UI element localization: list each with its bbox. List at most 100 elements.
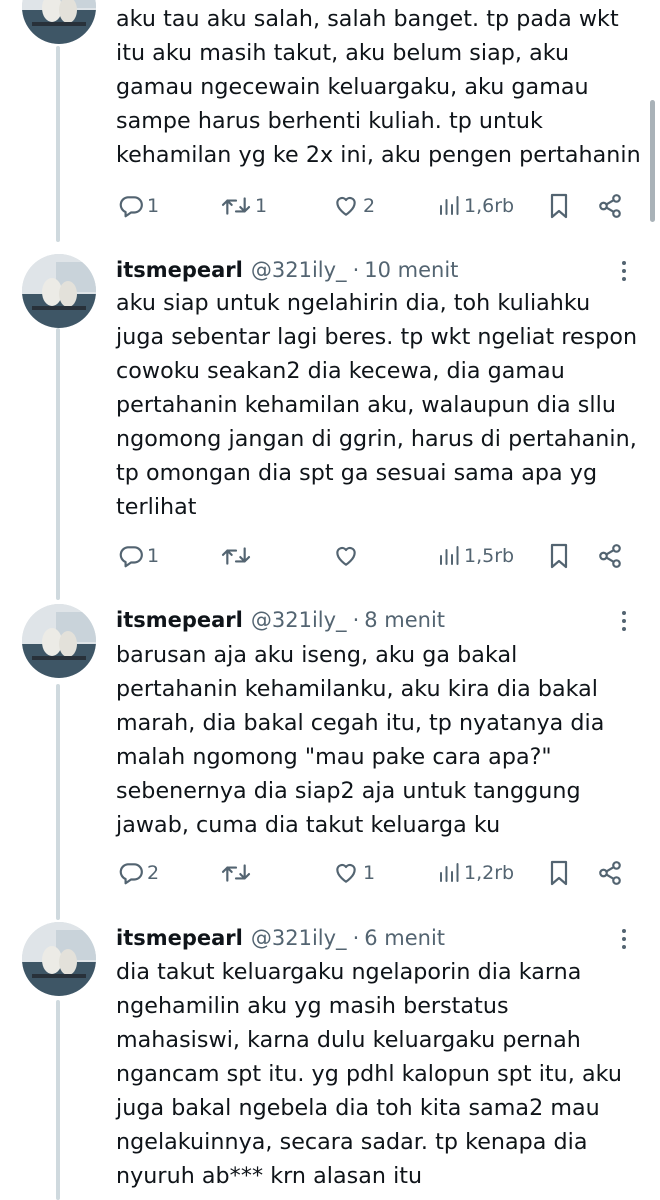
tweet-time[interactable]: 6 menit bbox=[364, 926, 445, 950]
retweet-icon bbox=[221, 197, 251, 215]
tweet-text-line: sampe harus berhenti kuliah. tp untuk bbox=[116, 108, 543, 134]
avatar[interactable] bbox=[22, 922, 96, 996]
tweet-actions: 1 1,5rb bbox=[0, 538, 660, 574]
tweet-text: aku tau aku salah, salah banget. tp pada… bbox=[116, 2, 641, 172]
retweet-button[interactable] bbox=[220, 855, 252, 891]
tweet-text-line: ngelakuinnya, secara sadar. tp kenapa di… bbox=[116, 1129, 588, 1155]
scrollbar[interactable] bbox=[650, 100, 655, 222]
reply-button[interactable]: 1 bbox=[118, 538, 159, 574]
share-icon bbox=[599, 544, 621, 568]
bookmark-icon bbox=[550, 193, 568, 219]
tweet-text-line: itu aku masih takut, aku belum siap, aku bbox=[116, 40, 570, 66]
tweet-text-line: mahasiswi, karna dulu keluargaku pernah bbox=[116, 1027, 581, 1053]
tweet-text: dia takut keluargaku ngelaporin dia karn… bbox=[116, 955, 641, 1193]
tweet-text-line: cowoku seakan2 dia kecewa, dia gamau bbox=[116, 358, 565, 384]
author-handle[interactable]: @321ily_ bbox=[251, 608, 347, 632]
heart-icon bbox=[336, 863, 356, 883]
tweet-text-line: gamau ngecewain keluargaku, aku gamau bbox=[116, 74, 589, 100]
share-button[interactable] bbox=[597, 538, 623, 574]
tweet-text-line: kehamilan yg ke 2x ini, aku pengen perta… bbox=[116, 142, 641, 168]
tweet-text-line: ngehamilin aku yg masih berstatus bbox=[116, 993, 509, 1019]
views-count: 1,6rb bbox=[464, 195, 515, 217]
tweet-text-line: aku siap untuk ngelahirin dia, toh kulia… bbox=[116, 290, 591, 316]
bookmark-button[interactable] bbox=[547, 855, 571, 891]
author-name[interactable]: itsmepearl bbox=[116, 608, 243, 632]
avatar[interactable] bbox=[22, 254, 96, 328]
tweet[interactable]: aku tau aku salah, salah banget. tp pada… bbox=[0, 0, 660, 240]
share-button[interactable] bbox=[597, 855, 623, 891]
views-button[interactable]: 1,5rb bbox=[437, 538, 514, 574]
tweet[interactable]: itsmepearl @321ily_ · 8 menit barusan aj… bbox=[0, 602, 660, 902]
author-name[interactable]: itsmepearl bbox=[116, 258, 243, 282]
author-handle[interactable]: @321ily_ bbox=[251, 926, 347, 950]
tweet-text-line: malah ngomong "mau pake cara apa?" bbox=[116, 744, 552, 770]
tweet[interactable]: itsmepearl @321ily_ · 10 menit aku siap … bbox=[0, 252, 660, 588]
reply-icon bbox=[119, 196, 143, 218]
views-count: 1,2rb bbox=[464, 862, 515, 884]
tweet-time[interactable]: 8 menit bbox=[364, 608, 445, 632]
reply-count: 1 bbox=[147, 195, 160, 217]
tweet-header: itsmepearl @321ily_ · 10 menit bbox=[116, 252, 458, 288]
views-icon bbox=[440, 546, 459, 565]
retweet-count: 1 bbox=[255, 195, 268, 217]
like-button[interactable] bbox=[332, 538, 360, 574]
tweet-text-line: barusan aja aku iseng, aku ga bakal bbox=[116, 642, 518, 668]
views-count: 1,5rb bbox=[464, 545, 515, 567]
tweet-text-line: nyuruh ab*** krn alasan itu bbox=[116, 1163, 423, 1189]
tweet-text: aku siap untuk ngelahirin dia, toh kulia… bbox=[116, 286, 641, 524]
tweet-text-line: terlihat bbox=[116, 494, 197, 520]
like-button[interactable]: 2 bbox=[332, 188, 375, 224]
tweet-text-line: juga bakal ngebela dia toh kita sama2 ma… bbox=[116, 1095, 600, 1121]
author-name[interactable]: itsmepearl bbox=[116, 926, 243, 950]
like-count: 2 bbox=[363, 195, 376, 217]
separator-dot: · bbox=[352, 926, 360, 950]
avatar[interactable] bbox=[22, 604, 96, 678]
bookmark-icon bbox=[550, 543, 568, 569]
reply-count: 1 bbox=[147, 545, 160, 567]
retweet-button[interactable] bbox=[220, 538, 252, 574]
tweet-text-line: pertahanin kehamilanku, aku kira dia bak… bbox=[116, 676, 599, 702]
reply-icon bbox=[119, 546, 143, 568]
reply-button[interactable]: 2 bbox=[118, 855, 159, 891]
tweet-actions: 2 1 1,2rb bbox=[0, 855, 660, 891]
like-button[interactable]: 1 bbox=[332, 855, 375, 891]
tweet-text-line: jawab, cuma dia takut keluarga ku bbox=[116, 812, 501, 838]
reply-count: 2 bbox=[147, 862, 160, 884]
tweet-text-line: ngomong jangan di ggrin, harus di pertah… bbox=[116, 426, 637, 452]
tweet-text-line: tp omongan dia spt ga sesuai sama apa yg bbox=[116, 460, 598, 486]
tweet-text-line: aku tau aku salah, salah banget. tp pada… bbox=[116, 6, 619, 32]
tweet-text-line: pertahanin kehamilan aku, walaupun dia s… bbox=[116, 392, 616, 418]
avatar[interactable] bbox=[22, 0, 96, 44]
tweet[interactable]: itsmepearl @321ily_ · 6 menit dia takut … bbox=[0, 920, 660, 1200]
heart-icon bbox=[336, 546, 356, 566]
retweet-icon bbox=[221, 864, 251, 882]
bookmark-button[interactable] bbox=[547, 538, 571, 574]
views-button[interactable]: 1,6rb bbox=[437, 188, 514, 224]
views-icon bbox=[440, 196, 459, 215]
tweet-text-line: sebenernya dia siap2 aja untuk tanggung bbox=[116, 778, 581, 804]
more-icon[interactable] bbox=[612, 256, 636, 286]
share-icon bbox=[599, 194, 621, 218]
retweet-button[interactable]: 1 bbox=[220, 188, 267, 224]
bookmark-button[interactable] bbox=[547, 188, 571, 224]
bookmark-icon bbox=[550, 860, 568, 886]
separator-dot: · bbox=[352, 608, 360, 632]
tweet-text: barusan aja aku iseng, aku ga bakal pert… bbox=[116, 638, 641, 842]
reply-icon bbox=[119, 863, 143, 885]
share-icon bbox=[599, 861, 621, 885]
tweet-text-line: ngancam spt itu. yg pdhl kalopun spt itu… bbox=[116, 1061, 622, 1087]
heart-icon bbox=[336, 196, 356, 216]
tweet-header: itsmepearl @321ily_ · 6 menit bbox=[116, 920, 445, 956]
author-handle[interactable]: @321ily_ bbox=[251, 258, 347, 282]
views-button[interactable]: 1,2rb bbox=[437, 855, 514, 891]
retweet-icon bbox=[221, 547, 251, 565]
more-icon[interactable] bbox=[612, 606, 636, 636]
tweet-text-line: juga sebentar lagi beres. tp wkt ngeliat… bbox=[116, 324, 638, 350]
more-icon[interactable] bbox=[612, 924, 636, 954]
tweet-time[interactable]: 10 menit bbox=[364, 258, 458, 282]
share-button[interactable] bbox=[597, 188, 623, 224]
tweet-text-line: marah, dia bakal cegah itu, tp nyatanya … bbox=[116, 710, 605, 736]
views-icon bbox=[440, 863, 459, 882]
reply-button[interactable]: 1 bbox=[118, 188, 159, 224]
like-count: 1 bbox=[363, 862, 376, 884]
